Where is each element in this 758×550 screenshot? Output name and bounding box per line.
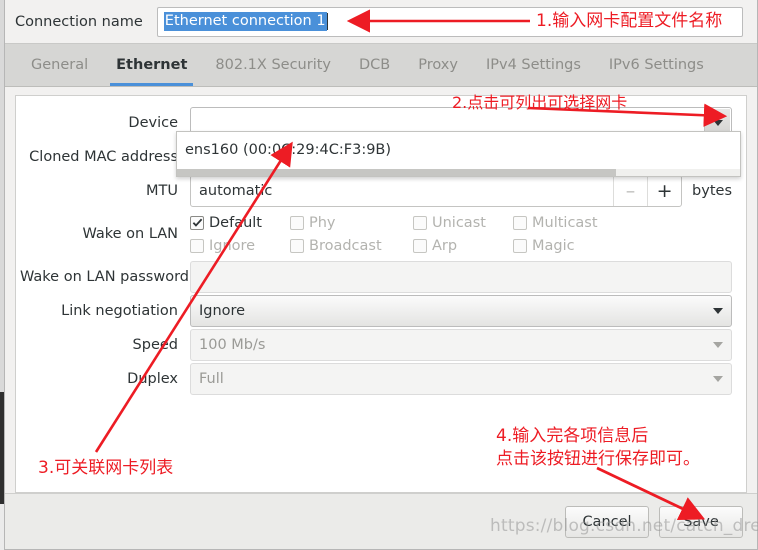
tab-8021x-security[interactable]: 802.1X Security	[201, 44, 345, 86]
tab-ipv6-settings[interactable]: IPv6 Settings	[595, 44, 718, 86]
wol-checkbox-broadcast[interactable]: Broadcast	[290, 238, 413, 254]
wol-password-input[interactable]	[190, 261, 732, 293]
wol-checkbox-multicast[interactable]: Multicast	[513, 215, 623, 231]
wol-checkbox-default[interactable]: Default	[190, 215, 290, 231]
device-dropdown-item-ens160[interactable]: ens160 (00:0C:29:4C:F3:9B)	[177, 132, 740, 168]
duplex-combobox[interactable]: Full	[190, 363, 732, 395]
checkbox-icon	[513, 215, 527, 230]
wol-label-broadcast: Broadcast	[309, 237, 382, 254]
mtu-value: automatic	[199, 183, 273, 199]
tab-dcb[interactable]: DCB	[345, 44, 404, 86]
wake-on-lan-label: Wake on LAN	[82, 226, 178, 242]
speed-label: Speed	[132, 337, 178, 353]
connection-name-input[interactable]: Ethernet connection 1	[156, 6, 743, 37]
wol-password-row: Wake on LAN password	[20, 260, 732, 294]
checkbox-checked-icon	[190, 215, 204, 230]
dropdown-scrollbar[interactable]	[177, 169, 740, 176]
device-label: Device	[128, 115, 178, 131]
cloned-mac-label: Cloned MAC address	[29, 149, 178, 165]
text-caret	[326, 13, 328, 30]
duplex-row: Duplex Full	[20, 362, 732, 396]
chevron-down-icon[interactable]	[705, 364, 731, 394]
mtu-spinner[interactable]: automatic – +	[190, 175, 683, 207]
device-dropdown-popup[interactable]: ens160 (00:0C:29:4C:F3:9B)	[176, 131, 741, 177]
speed-combobox[interactable]: 100 Mb/s	[190, 329, 732, 361]
tab-ipv4-settings[interactable]: IPv4 Settings	[472, 44, 595, 86]
connection-editor-dialog: Connection name Ethernet connection 1 Ge…	[4, 0, 758, 550]
wol-checkbox-arp[interactable]: Arp	[413, 238, 513, 254]
mtu-units-label: bytes	[692, 183, 732, 199]
checkbox-icon	[513, 238, 527, 253]
wol-label-unicast: Unicast	[432, 214, 486, 231]
connection-name-label: Connection name	[15, 13, 143, 30]
connection-name-value: Ethernet connection 1	[163, 11, 327, 32]
link-negotiation-row: Link negotiation Ignore	[20, 294, 732, 328]
connection-name-row: Connection name Ethernet connection 1	[5, 0, 757, 44]
mtu-label: MTU	[146, 183, 178, 199]
checkbox-icon	[290, 215, 304, 230]
tab-bar: General Ethernet 802.1X Security DCB Pro…	[5, 44, 757, 87]
speed-row: Speed 100 Mb/s	[20, 328, 732, 362]
cancel-button[interactable]: Cancel	[565, 505, 649, 538]
tab-general[interactable]: General	[17, 44, 102, 86]
wol-label-phy: Phy	[309, 214, 336, 231]
chevron-down-icon[interactable]	[705, 296, 731, 326]
wol-checkbox-unicast[interactable]: Unicast	[413, 215, 513, 231]
dialog-action-bar: Cancel Save	[5, 493, 757, 549]
wol-checkbox-magic[interactable]: Magic	[513, 238, 623, 254]
speed-value: 100 Mb/s	[199, 337, 266, 353]
checkbox-icon	[413, 215, 427, 230]
wol-label-magic: Magic	[532, 237, 575, 254]
wol-label-arp: Arp	[432, 237, 458, 254]
wol-label-default: Default	[209, 214, 262, 231]
screen: Connection name Ethernet connection 1 Ge…	[0, 0, 758, 550]
wake-on-lan-options: Default Phy Unicast Multicast Ignore Bro…	[190, 212, 623, 256]
checkbox-icon	[190, 238, 204, 253]
mtu-increment-button[interactable]: +	[647, 176, 681, 206]
checkbox-icon	[413, 238, 427, 253]
tab-proxy[interactable]: Proxy	[404, 44, 472, 86]
link-negotiation-label: Link negotiation	[61, 303, 178, 319]
save-button[interactable]: Save	[659, 505, 743, 538]
wol-checkbox-ignore[interactable]: Ignore	[190, 238, 290, 254]
wol-password-label: Wake on LAN password	[20, 269, 190, 285]
wol-label-ignore: Ignore	[209, 237, 256, 254]
link-negotiation-combobox[interactable]: Ignore	[190, 295, 732, 327]
mtu-decrement-button[interactable]: –	[613, 176, 647, 206]
link-negotiation-value: Ignore	[199, 303, 246, 319]
duplex-label: Duplex	[127, 371, 178, 387]
chevron-down-icon[interactable]	[705, 330, 731, 360]
mtu-row: MTU automatic – + bytes	[20, 174, 732, 208]
checkbox-icon	[290, 238, 304, 253]
duplex-value: Full	[199, 371, 224, 387]
wake-on-lan-row: Wake on LAN Default Phy Unicast Multicas…	[20, 208, 732, 260]
wol-checkbox-phy[interactable]: Phy	[290, 215, 413, 231]
tab-ethernet[interactable]: Ethernet	[102, 44, 201, 86]
wol-label-multicast: Multicast	[532, 214, 598, 231]
